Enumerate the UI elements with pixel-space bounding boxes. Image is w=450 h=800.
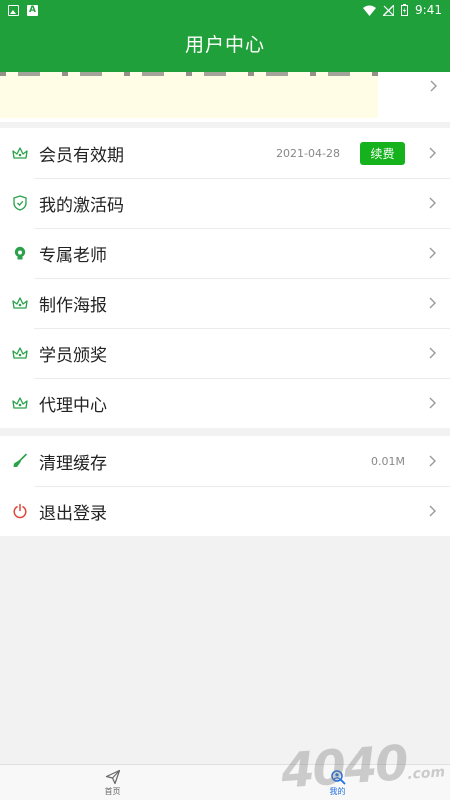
chevron-right-icon (425, 296, 439, 310)
chevron-right-icon (425, 346, 439, 360)
renew-button[interactable]: 续费 (360, 141, 405, 165)
chevron-right-icon (426, 78, 440, 97)
app-header: A 9:41 用户中心 (0, 0, 450, 74)
crown-icon (12, 145, 28, 161)
membership-expiry-date: 2021-04-28 (276, 146, 340, 160)
menu-item-dedicated-teacher[interactable]: 专属老师 (0, 228, 450, 278)
menu-item-label: 专属老师 (39, 245, 107, 266)
chevron-right-icon (425, 146, 439, 160)
menu-item-clear-cache[interactable]: 清理缓存 0.01M (0, 436, 450, 486)
menu-item-logout[interactable]: 退出登录 (0, 486, 450, 536)
chevron-right-icon (425, 396, 439, 410)
menu-item-student-awards[interactable]: 学员颁奖 (0, 328, 450, 378)
chevron-right-icon (425, 504, 439, 518)
promo-banner[interactable] (0, 72, 450, 122)
image-notification-icon (8, 4, 19, 16)
no-signal-icon (383, 4, 395, 16)
membership-menu: 会员有效期 2021-04-28 续费 我的激活码 专属老师 制作海报 学员颁奖 (0, 128, 450, 428)
broom-icon (12, 453, 28, 469)
teacher-icon (12, 245, 28, 261)
banner-image (0, 72, 378, 118)
settings-menu: 清理缓存 0.01M 退出登录 (0, 436, 450, 536)
crown-icon (12, 295, 28, 311)
chevron-right-icon (425, 196, 439, 210)
site-watermark: 4040.com (278, 735, 446, 800)
menu-item-activation-code[interactable]: 我的激活码 (0, 178, 450, 228)
menu-item-label: 会员有效期 (39, 145, 124, 166)
menu-item-label: 我的激活码 (39, 195, 124, 216)
battery-icon (401, 4, 409, 16)
menu-item-agent-center[interactable]: 代理中心 (0, 378, 450, 428)
chevron-right-icon (425, 454, 439, 468)
menu-item-label: 学员颁奖 (39, 345, 107, 366)
page-title: 用户中心 (184, 33, 265, 56)
cache-size: 0.01M (371, 454, 405, 468)
menu-item-label: 代理中心 (39, 395, 107, 416)
menu-item-membership-validity[interactable]: 会员有效期 2021-04-28 续费 (0, 128, 450, 178)
menu-item-make-poster[interactable]: 制作海报 (0, 278, 450, 328)
wifi-icon (363, 5, 377, 16)
tab-label: 首页 (104, 786, 121, 796)
menu-item-label: 清理缓存 (39, 453, 107, 474)
app-notification-icon: A (27, 4, 38, 16)
shield-icon (12, 195, 28, 211)
menu-item-label: 制作海报 (39, 295, 107, 316)
menu-item-label: 退出登录 (39, 503, 107, 524)
status-bar: A 9:41 (0, 0, 450, 20)
crown-icon (12, 345, 28, 361)
status-time: 9:41 (415, 3, 442, 17)
tab-home[interactable]: 首页 (0, 765, 225, 800)
power-icon (12, 503, 28, 519)
crown-icon (12, 395, 28, 411)
paper-plane-icon (105, 769, 120, 784)
chevron-right-icon (425, 246, 439, 260)
